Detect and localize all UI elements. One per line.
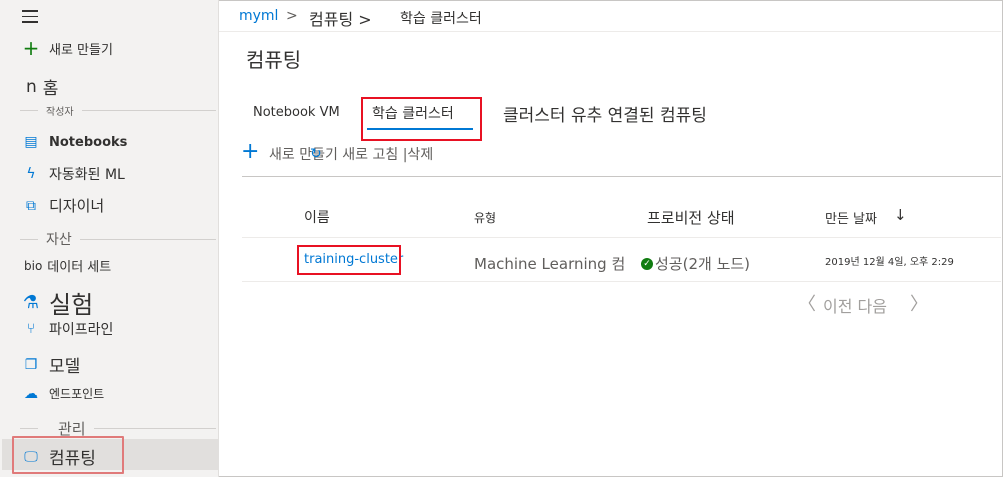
sidebar-item-label: 디자이너 xyxy=(49,197,105,215)
sidebar-item-automl[interactable]: ϟ 자동화된 ML xyxy=(22,164,125,184)
breadcrumb-workspace[interactable]: myml xyxy=(239,8,278,24)
add-icon[interactable]: + xyxy=(241,141,259,163)
sidebar-item-label: 실험 xyxy=(49,291,94,319)
dataset-icon: bio xyxy=(24,258,43,273)
header-divider xyxy=(242,237,1001,238)
next-page-icon[interactable]: 〉 xyxy=(910,290,928,316)
column-header-name[interactable]: 이름 xyxy=(304,207,330,227)
breadcrumb-compute[interactable]: 컴퓨팅 > xyxy=(309,6,372,30)
sidebar: + 새로 만들기 n 홈 작성자 ▤ Notebooks ϟ 자동화된 ML ⧉… xyxy=(0,0,219,477)
sidebar-item-label: 홈 xyxy=(42,79,59,99)
model-icon: ❐ xyxy=(24,356,38,373)
provisioning-state: 성공(2개 노드) xyxy=(655,255,751,273)
column-header-created[interactable]: 만든 날짜 xyxy=(825,208,877,227)
lightning-icon: ϟ xyxy=(26,166,36,182)
created-date: 2019년 12월 4일, 오후 2:29 xyxy=(825,257,954,268)
training-tab-highlight-box xyxy=(361,97,482,141)
sidebar-item-new[interactable]: + 새로 만들기 xyxy=(22,36,113,60)
sidebar-item-label: 새로 만들기 xyxy=(49,42,113,58)
sidebar-item-label: 자동화된 ML xyxy=(49,167,125,183)
sidebar-item-endpoints[interactable]: ☁ 엔드포인트 xyxy=(22,385,104,402)
plus-icon: + xyxy=(22,36,40,60)
flask-icon: ⚗ xyxy=(22,292,40,313)
pipeline-icon: ⑂ xyxy=(26,321,36,337)
refresh-icon[interactable]: ↻ xyxy=(310,146,322,162)
column-header-type[interactable]: 유형 xyxy=(474,209,496,226)
designer-icon: ⧉ xyxy=(26,197,36,214)
sidebar-item-label: 모델 xyxy=(49,357,81,377)
breadcrumb-divider xyxy=(219,31,1001,32)
home-icon: n xyxy=(26,76,37,97)
sidebar-item-models[interactable]: ❐ 모델 xyxy=(22,352,81,378)
sidebar-item-home[interactable]: n 홈 xyxy=(26,74,59,100)
section-author: 작성자 xyxy=(20,103,216,118)
sidebar-item-experiments[interactable]: ⚗ 실험 xyxy=(22,285,93,320)
section-assets: 자산 xyxy=(20,229,216,249)
page-title: 컴퓨팅 xyxy=(246,48,302,72)
sidebar-item-notebooks[interactable]: ▤ Notebooks xyxy=(22,134,127,150)
sort-descending-icon[interactable]: ↓ xyxy=(894,206,907,224)
previous-page-icon[interactable]: 〈 xyxy=(798,290,816,316)
cluster-type: Machine Learning 컴 xyxy=(474,255,626,273)
compute-highlight-box xyxy=(12,436,124,474)
success-check-icon: ✓ xyxy=(641,253,653,272)
column-header-provisioning-state[interactable]: 프로비전 상태 xyxy=(647,207,735,228)
sidebar-item-label: Notebooks xyxy=(49,134,128,150)
sidebar-item-pipelines[interactable]: ⑂ 파이프라인 xyxy=(22,319,114,339)
menu-icon[interactable] xyxy=(22,10,38,27)
cloud-icon: ☁ xyxy=(24,385,38,402)
cluster-name-highlight-box xyxy=(297,245,401,275)
row-divider xyxy=(242,281,1001,282)
sidebar-item-label: 데이터 세트 xyxy=(47,260,112,275)
breadcrumb-separator: > xyxy=(286,8,298,24)
tab-notebook-vm[interactable]: Notebook VM xyxy=(253,105,340,120)
breadcrumb-current: 학습 클러스터 xyxy=(400,11,482,27)
sidebar-item-designer[interactable]: ⧉ 디자이너 xyxy=(22,195,104,216)
command-bar-divider xyxy=(242,176,1001,177)
pager-label[interactable]: 이전 다음 xyxy=(823,293,887,317)
tab-inference-clusters[interactable]: 클러스터 유추 연결된 컴퓨팅 xyxy=(503,101,707,126)
sidebar-item-label: 엔드포인트 xyxy=(49,387,105,401)
notebook-icon: ▤ xyxy=(24,134,38,150)
sidebar-item-label: 파이프라인 xyxy=(49,322,114,338)
command-bar-actions[interactable]: 새로 만들기 새로 고침 |삭제 xyxy=(269,144,433,164)
sidebar-item-datasets[interactable]: bio 데이터 세트 xyxy=(24,256,112,276)
